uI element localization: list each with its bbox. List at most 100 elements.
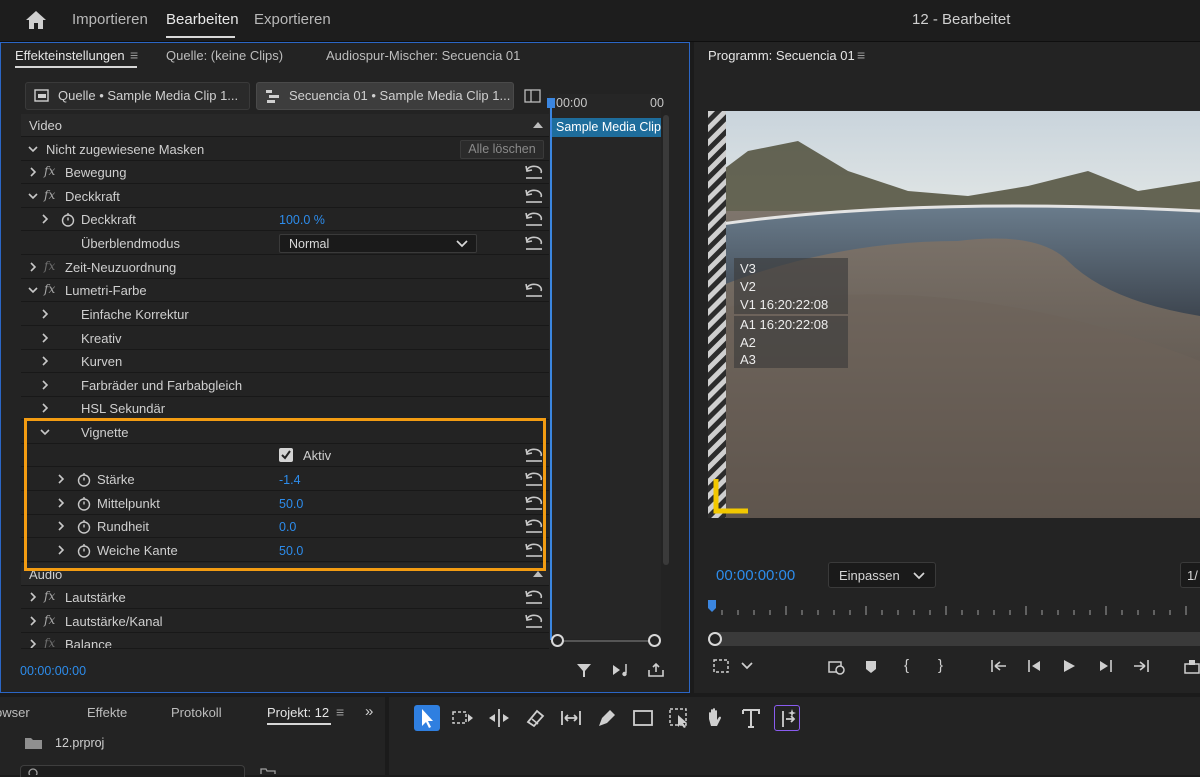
more-tabs-icon[interactable]: » <box>365 703 373 720</box>
lift-icon[interactable] <box>1182 658 1200 674</box>
zoom-handle-right[interactable] <box>648 634 661 647</box>
rectangle-tool[interactable] <box>630 705 656 731</box>
transform-tool[interactable] <box>666 705 692 731</box>
playhead-marker[interactable] <box>547 98 555 108</box>
ripple-edit-tool[interactable] <box>486 705 512 731</box>
chevron-right-icon[interactable] <box>27 615 39 627</box>
vertical-scrollbar[interactable] <box>663 115 669 565</box>
tab-projekt[interactable]: Projekt: 12 <box>267 705 329 720</box>
mark-out-icon[interactable]: } <box>938 657 943 674</box>
source-clip-button[interactable]: Quelle • Sample Media Clip 1... <box>25 82 250 110</box>
safe-margins-icon[interactable] <box>712 658 732 674</box>
chevron-down-icon[interactable] <box>27 143 39 155</box>
reset-icon[interactable] <box>524 613 544 629</box>
program-timecode[interactable]: 00:00:00:00 <box>716 567 795 584</box>
sequence-clip-button[interactable]: Secuencia 01 • Sample Media Clip 1... <box>256 82 514 110</box>
effect-row-balance[interactable]: fx Balance <box>21 633 549 649</box>
reset-icon[interactable] <box>524 589 544 605</box>
toggle-timeline-icon[interactable] <box>524 88 542 104</box>
chevron-right-icon[interactable] <box>39 402 51 414</box>
time-ruler[interactable] <box>708 600 1200 618</box>
tab-effekteinstellungen[interactable]: Effekteinstellungen <box>15 48 125 63</box>
fit-select[interactable]: Einpassen <box>828 562 936 588</box>
zoom-scroll-track[interactable] <box>557 640 657 642</box>
step-back-icon[interactable] <box>1027 659 1043 673</box>
lumetri-section-row[interactable]: Kreativ <box>21 327 549 350</box>
tab-quelle[interactable]: Quelle: (keine Clips) <box>166 48 283 63</box>
chevron-right-icon[interactable] <box>39 308 51 320</box>
tab-browser[interactable]: Browser <box>0 705 30 720</box>
chevron-right-icon[interactable] <box>27 638 39 648</box>
export-icon[interactable] <box>647 662 665 678</box>
play-icon[interactable] <box>1062 659 1076 673</box>
selection-tool[interactable] <box>414 705 440 731</box>
panel-menu-icon[interactable]: ≡ <box>130 47 138 63</box>
project-file-name[interactable]: 12.prproj <box>55 736 104 750</box>
fx-icon[interactable]: fx <box>44 636 55 648</box>
chevron-down-icon[interactable] <box>27 190 39 202</box>
video-frame[interactable] <box>708 111 1200 518</box>
chevron-right-icon[interactable] <box>27 166 39 178</box>
tab-protokoll[interactable]: Protokoll <box>171 705 222 720</box>
hand-tool[interactable] <box>702 705 728 731</box>
zoom-handle-left[interactable] <box>551 634 564 647</box>
lumetri-section-row[interactable]: HSL Sekundär <box>21 397 549 420</box>
zoom-scrollbar-handle[interactable] <box>708 632 722 646</box>
clip-bar[interactable]: Sample Media Clip <box>552 118 661 137</box>
chevron-right-icon[interactable] <box>39 332 51 344</box>
marker-icon[interactable] <box>864 659 878 675</box>
reset-icon[interactable] <box>524 235 544 251</box>
blend-mode-select[interactable]: Normal <box>279 234 477 253</box>
go-to-in-icon[interactable] <box>990 659 1008 673</box>
text-tool[interactable] <box>738 705 764 731</box>
chevron-right-icon[interactable] <box>27 591 39 603</box>
go-to-out-icon[interactable] <box>1132 659 1150 673</box>
panel-menu-icon[interactable]: ≡ <box>336 704 344 720</box>
fx-icon[interactable]: fx <box>44 188 55 202</box>
reset-icon[interactable] <box>524 211 544 227</box>
collapse-up-icon[interactable] <box>533 121 543 129</box>
effect-row-zeit[interactable]: fx Zeit-Neuzuordnung <box>21 256 549 279</box>
collapse-up-icon[interactable] <box>533 570 543 578</box>
mark-in-icon[interactable]: { <box>904 657 909 674</box>
chevron-down-icon[interactable] <box>27 284 39 296</box>
tab-effekte[interactable]: Effekte <box>87 705 127 720</box>
play-audio-icon[interactable] <box>612 662 632 678</box>
nav-exportieren[interactable]: Exportieren <box>254 11 331 28</box>
program-monitor-title[interactable]: Programm: Secuencia 01 <box>708 48 855 63</box>
effects-timecode[interactable]: 00:00:00:00 <box>20 664 86 678</box>
generative-extend-tool[interactable] <box>774 705 800 731</box>
track-select-tool[interactable] <box>450 705 476 731</box>
pen-tool[interactable] <box>594 705 620 731</box>
lumetri-section-row[interactable]: Farbräder und Farbabgleich <box>21 374 549 397</box>
nav-bearbeiten[interactable]: Bearbeiten <box>166 11 239 28</box>
slip-tool[interactable] <box>558 705 584 731</box>
effect-row-lautstarke[interactable]: fx Lautstärke <box>21 586 549 609</box>
fx-icon[interactable]: fx <box>44 282 55 296</box>
chevron-down-icon[interactable] <box>741 661 753 671</box>
razor-tool[interactable] <box>522 705 548 731</box>
filter-icon[interactable] <box>576 662 592 678</box>
lumetri-section-row[interactable]: Einfache Korrektur <box>21 303 549 326</box>
clear-all-button[interactable]: Alle löschen <box>460 140 544 159</box>
chevron-right-icon[interactable] <box>39 213 51 225</box>
chevron-right-icon[interactable] <box>39 355 51 367</box>
tab-audiospur-mischer[interactable]: Audiospur-Mischer: Secuencia 01 <box>326 48 520 63</box>
camera-icon[interactable] <box>828 658 846 676</box>
nav-importieren[interactable]: Importieren <box>72 11 148 28</box>
project-search-input[interactable] <box>20 765 245 777</box>
new-bin-icon[interactable] <box>260 768 276 775</box>
chevron-right-icon[interactable] <box>39 379 51 391</box>
reset-icon[interactable] <box>524 164 544 180</box>
fx-icon[interactable]: fx <box>44 164 55 178</box>
effect-row-bewegung[interactable]: fx Bewegung <box>21 161 549 184</box>
playhead-line[interactable] <box>550 100 552 640</box>
fx-icon[interactable]: fx <box>44 613 55 627</box>
effect-row-lumetri[interactable]: fx Lumetri-Farbe <box>21 279 549 302</box>
effect-row-deckkraft[interactable]: fx Deckkraft <box>21 185 549 208</box>
panel-menu-icon[interactable]: ≡ <box>857 47 865 63</box>
fx-icon[interactable]: fx <box>44 259 55 273</box>
stopwatch-icon[interactable] <box>61 212 75 227</box>
deckkraft-value[interactable]: 100.0 % <box>279 213 325 227</box>
effect-row-lautstarke-kanal[interactable]: fx Lautstärke/Kanal <box>21 610 549 633</box>
